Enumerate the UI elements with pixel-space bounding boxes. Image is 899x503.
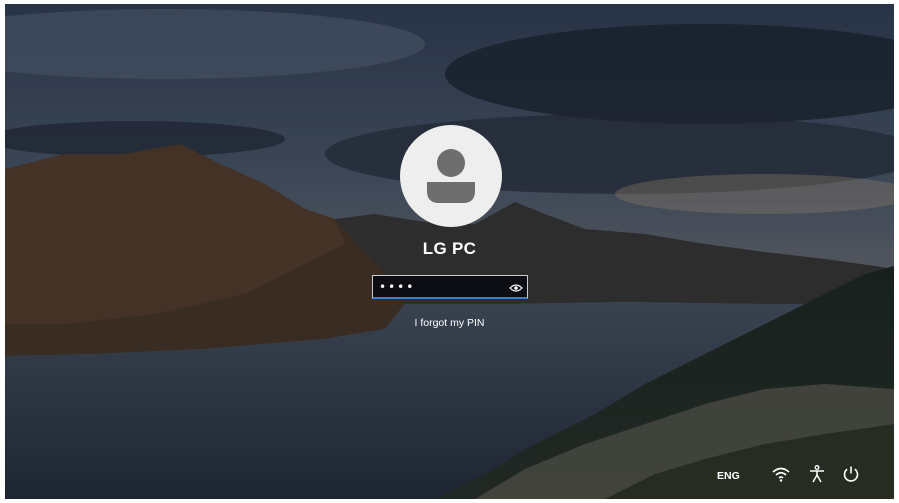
reveal-pin-eye-icon[interactable] [509,281,523,293]
user-name: LG PC [422,239,477,258]
user-avatar [400,125,502,227]
language-indicator[interactable]: ENG [717,470,740,482]
wifi-icon[interactable] [771,464,791,484]
power-icon[interactable] [841,464,861,484]
user-icon [427,149,475,203]
forgot-pin-link[interactable]: I forgot my PIN [5,317,894,329]
pin-input[interactable] [379,278,499,296]
accessibility-icon[interactable] [807,464,827,484]
lock-screen: LG PC I forgot my PIN [5,4,894,499]
pin-field[interactable] [372,275,528,299]
